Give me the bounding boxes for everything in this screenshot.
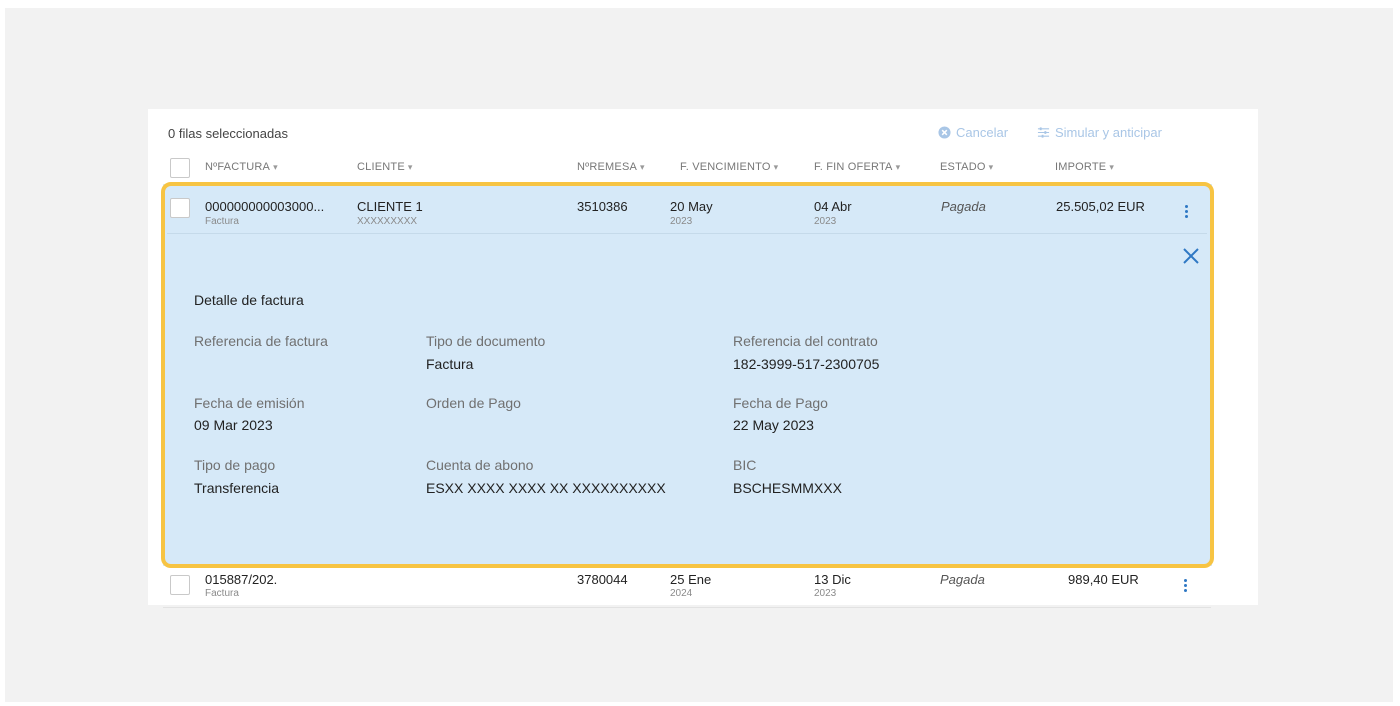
sort-icon: ▾: [407, 162, 413, 172]
column-header-label: NºFACTURA: [205, 161, 271, 173]
column-header-due-date[interactable]: F. VENCIMIENTO ▾: [680, 161, 778, 173]
sort-icon: ▾: [640, 162, 645, 172]
sort-icon: ▾: [895, 162, 901, 172]
due-year: 2024: [670, 588, 693, 599]
sort-icon: ▾: [773, 162, 779, 172]
remittance-number: 3780044: [577, 572, 628, 587]
cancel-label: Cancelar: [956, 125, 1009, 140]
column-header-remittance[interactable]: NºREMESA ▾: [577, 161, 645, 173]
amount: 989,40 EUR: [1068, 572, 1139, 587]
column-header-amount[interactable]: IMPORTE ▾: [1055, 161, 1114, 173]
column-header-label: F. VENCIMIENTO: [680, 161, 771, 173]
column-header-invoice[interactable]: NºFACTURA ▾: [205, 161, 278, 173]
redacted-client: [353, 587, 553, 603]
invoice-type: Factura: [205, 588, 239, 599]
sort-icon: ▾: [988, 162, 994, 172]
row-divider: [163, 607, 1211, 608]
highlight-frame: [161, 182, 1214, 568]
column-header-label: CLIENTE: [357, 161, 405, 173]
simulate-button[interactable]: Simular y anticipar: [1037, 125, 1162, 140]
column-header-label: F. FIN OFERTA: [814, 161, 893, 173]
selection-count: 0 filas seleccionadas: [168, 126, 288, 141]
status-text: Pagada: [940, 572, 985, 587]
column-header-label: NºREMESA: [577, 161, 638, 173]
cancel-icon: [938, 126, 951, 139]
row-checkbox[interactable]: [170, 575, 190, 595]
select-all-checkbox[interactable]: [170, 158, 190, 178]
cancel-button[interactable]: Cancelar: [938, 125, 1008, 140]
invoice-number: 015887/202.: [205, 572, 278, 587]
column-header-label: IMPORTE: [1055, 161, 1107, 173]
offer-end-date: 13 Dic: [814, 572, 851, 587]
offer-end-year: 2023: [814, 588, 837, 599]
simulate-label: Simular y anticipar: [1055, 125, 1162, 140]
sort-icon: ▾: [1109, 162, 1115, 172]
column-header-offer-end[interactable]: F. FIN OFERTA ▾: [814, 161, 900, 173]
sort-icon: ▾: [273, 162, 278, 172]
column-header-status[interactable]: ESTADO ▾: [940, 161, 993, 173]
due-date: 25 Ene: [670, 572, 712, 587]
column-header-label: ESTADO: [940, 161, 986, 173]
column-header-client[interactable]: CLIENTE ▾: [357, 161, 413, 173]
row-menu-icon[interactable]: [1184, 577, 1188, 594]
sliders-icon: [1037, 127, 1050, 138]
